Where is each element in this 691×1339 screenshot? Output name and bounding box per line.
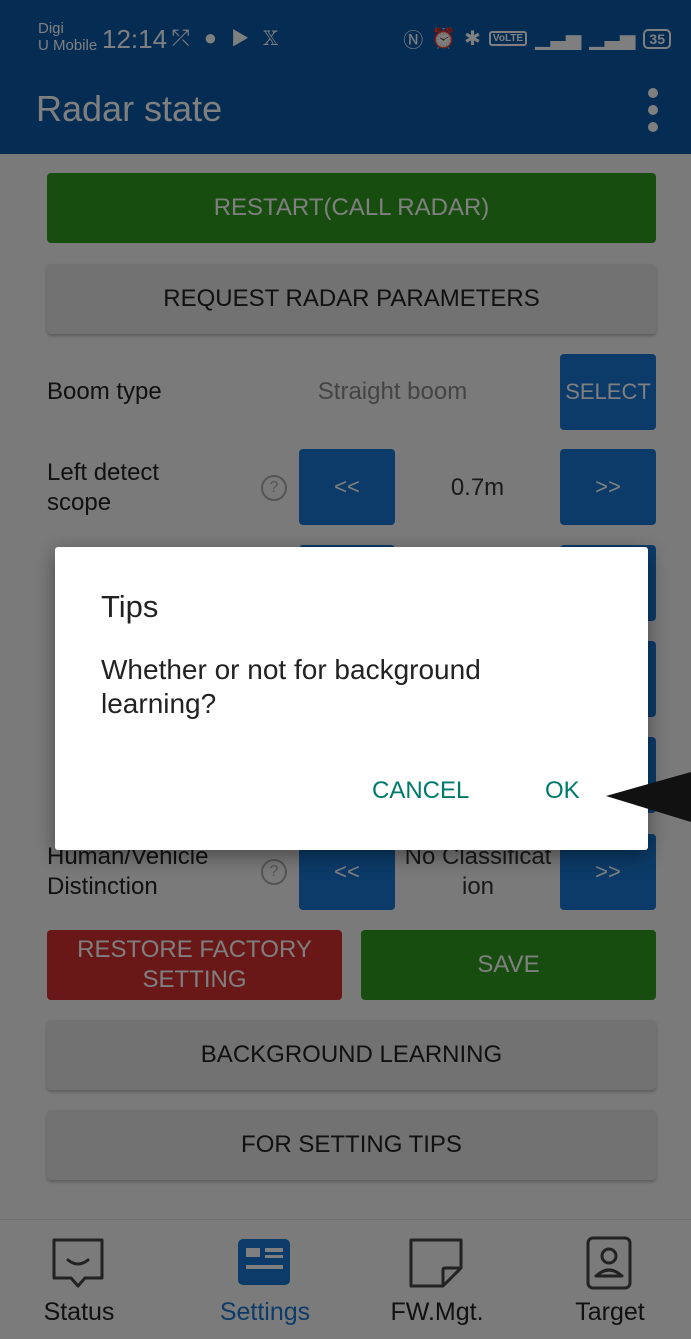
pointer-arrow-icon [606, 772, 691, 822]
tips-dialog: Tips Whether or not for background learn… [55, 547, 648, 850]
ok-button[interactable]: OK [545, 777, 580, 805]
cancel-button[interactable]: CANCEL [372, 777, 469, 805]
dialog-message: Whether or not for background learning? [101, 654, 481, 719]
dialog-title: Tips [101, 589, 159, 624]
